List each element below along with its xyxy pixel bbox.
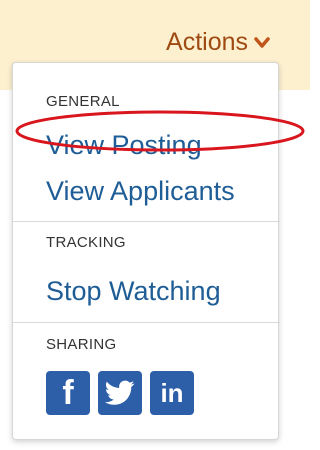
actions-menu: GENERAL View Posting View Applicants TRA…	[12, 62, 280, 440]
section-heading-sharing: SHARING	[46, 336, 117, 353]
menu-divider	[13, 221, 280, 222]
social-share-buttons: f in	[46, 371, 194, 415]
linkedin-share-button[interactable]: in	[150, 371, 194, 415]
menu-divider	[13, 322, 280, 323]
actions-dropdown-button[interactable]: Actions	[166, 28, 270, 57]
chevron-down-icon	[254, 36, 270, 48]
facebook-share-button[interactable]: f	[46, 371, 90, 415]
section-heading-general: GENERAL	[46, 93, 120, 110]
actions-label: Actions	[166, 28, 248, 56]
menu-item-view-posting[interactable]: View Posting	[46, 130, 202, 161]
linkedin-icon: in	[160, 377, 184, 408]
twitter-share-button[interactable]	[98, 371, 142, 415]
menu-item-view-applicants[interactable]: View Applicants	[46, 176, 235, 207]
twitter-icon	[105, 380, 135, 405]
menu-item-stop-watching[interactable]: Stop Watching	[46, 276, 221, 307]
section-heading-tracking: TRACKING	[46, 234, 126, 251]
facebook-icon: f	[62, 373, 74, 412]
